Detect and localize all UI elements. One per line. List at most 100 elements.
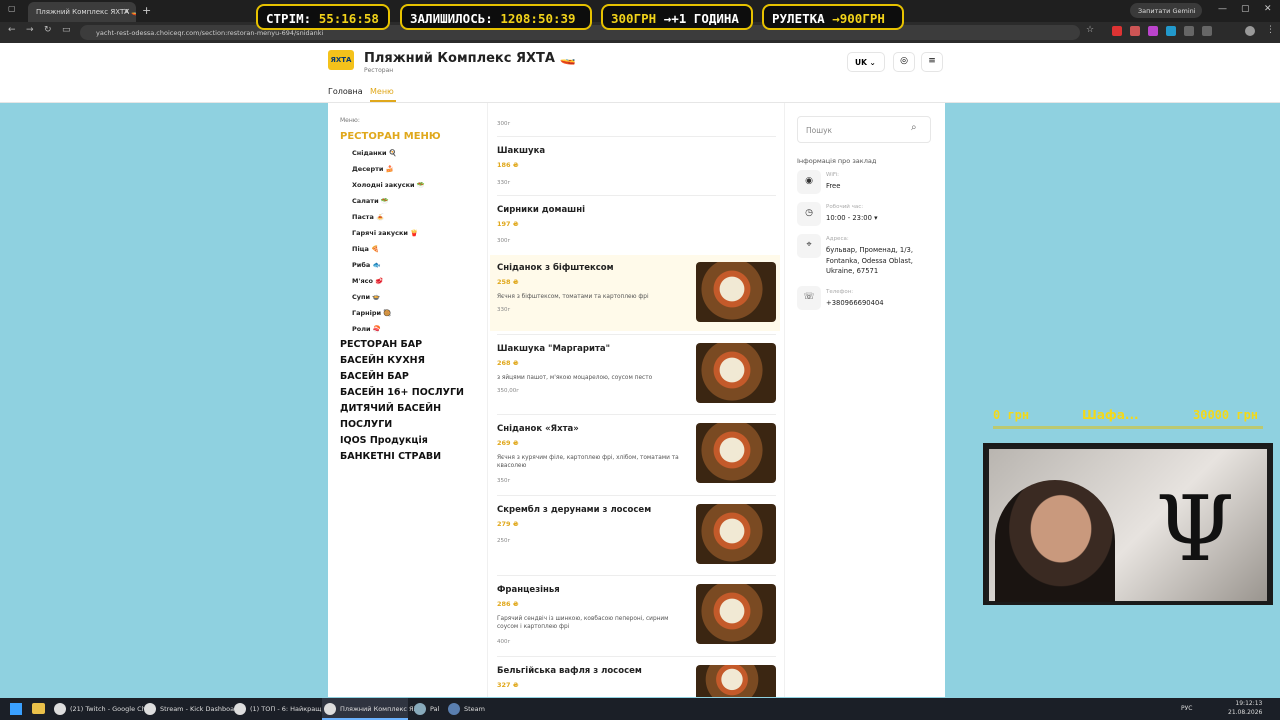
item-divider <box>497 195 776 196</box>
taskbar-app-label: Pal <box>430 705 440 713</box>
item-weight: 330г <box>497 307 511 313</box>
item-name[interactable]: Шакшука <box>497 146 545 156</box>
subcategory-item[interactable]: Роли 🍣 <box>352 325 381 333</box>
extension-icon[interactable] <box>1130 26 1140 36</box>
overlay-value: →900ГРН <box>832 11 885 26</box>
goal-progress-bar <box>993 426 1263 429</box>
item-name[interactable]: Шакшука "Маргарита" <box>497 344 610 354</box>
site-header <box>0 43 1280 103</box>
site-logo[interactable]: ЯХТА <box>328 50 354 70</box>
subcategory-item[interactable]: Гарячі закуски 🍟 <box>352 229 418 237</box>
item-weight: 300г <box>497 121 511 127</box>
nav-menu-link[interactable]: Меню <box>370 87 394 96</box>
item-name[interactable]: Францезінья <box>497 585 560 595</box>
taskbar-app[interactable]: Steam <box>446 698 486 720</box>
category-item[interactable]: РЕСТОРАН БАР <box>340 339 422 350</box>
item-photo[interactable] <box>696 343 776 403</box>
goal-current: 0 грн <box>993 408 1030 422</box>
extension-icon[interactable] <box>1184 26 1194 36</box>
category-item[interactable]: БАСЕЙН 16+ ПОСЛУГИ <box>340 387 464 398</box>
language-value: UK <box>855 58 867 67</box>
subcategory-item[interactable]: Холодні закуски 🥗 <box>352 181 425 189</box>
taskbar-app[interactable]: Pal <box>412 698 446 720</box>
taskbar-app[interactable]: (1) ТОП - 6: Найкращі б <box>232 698 329 720</box>
subcategory-item[interactable]: Супи 🍲 <box>352 293 380 301</box>
keyboard-language[interactable]: РУС <box>1181 705 1192 712</box>
forward-icon[interactable]: → <box>26 25 34 35</box>
browser-menu-icon[interactable]: ⋮ <box>1266 25 1275 35</box>
hamburger-menu-icon[interactable]: ≡ <box>921 52 943 72</box>
subcategory-item[interactable]: Паста 🍝 <box>352 213 384 221</box>
item-divider <box>497 334 776 335</box>
extension-icon[interactable] <box>1166 26 1176 36</box>
tab-title: Пляжний Комплекс ЯХТА 🚤 <box>36 8 136 16</box>
item-name[interactable]: Скрембл з дерунами з лососем <box>497 505 651 515</box>
sidebar-toggle-icon[interactable]: ▭ <box>62 25 71 35</box>
taskbar-app-active[interactable]: Пляжний Комплекс ЯХ <box>322 698 418 720</box>
item-name[interactable]: Сирники домашні <box>497 205 585 215</box>
taskbar-app[interactable]: Stream - Kick Dashboard <box>142 698 241 720</box>
category-item[interactable]: ДИТЯЧИЙ БАСЕЙН <box>340 403 441 414</box>
content-panel <box>328 103 945 697</box>
tab-search-icon[interactable]: ▢ <box>8 4 22 16</box>
item-photo[interactable] <box>696 262 776 322</box>
item-name[interactable]: Сніданок «Яхта» <box>497 424 579 434</box>
item-photo[interactable] <box>696 504 776 564</box>
subcategory-item[interactable]: Десерти 🍰 <box>352 165 394 173</box>
category-item[interactable]: БАНКЕТНІ СТРАВИ <box>340 451 441 462</box>
rate-overlay: 300ГРН →+1 ГОДИНА <box>601 4 753 30</box>
item-divider <box>497 575 776 576</box>
category-item[interactable]: БАСЕЙН КУХНЯ <box>340 355 425 366</box>
nav-home-link[interactable]: Головна <box>328 87 363 96</box>
language-selector[interactable]: UK ⌄ <box>847 52 885 72</box>
item-name[interactable]: Сніданок з біфштексом <box>497 263 614 273</box>
user-account-icon[interactable]: ◎ <box>893 52 915 72</box>
item-price: 279 ₴ <box>497 520 519 528</box>
bookmark-star-icon[interactable]: ☆ <box>1086 25 1094 35</box>
chevron-down-icon: ⌄ <box>869 58 876 67</box>
item-photo[interactable] <box>696 423 776 483</box>
item-description: з яйцями пашот, м'якою моцарелою, соусом… <box>497 375 653 381</box>
close-window-icon[interactable]: ✕ <box>1264 4 1272 14</box>
item-photo[interactable] <box>696 665 776 697</box>
overlay-value: 300ГРН <box>611 11 657 26</box>
profile-avatar-icon[interactable] <box>1245 26 1255 36</box>
item-price: 269 ₴ <box>497 439 519 447</box>
category-item[interactable]: БАСЕЙН БАР <box>340 371 409 382</box>
item-price: 197 ₴ <box>497 220 519 228</box>
subcategory-item[interactable]: Гарніри 🥘 <box>352 309 391 317</box>
taskbar-app-label: Пляжний Комплекс ЯХ <box>340 705 419 713</box>
taskbar-app-label: Steam <box>464 705 485 713</box>
minimize-icon[interactable]: — <box>1218 4 1227 14</box>
subcategory-item[interactable]: Сніданки 🍳 <box>352 149 397 157</box>
info-label: Робочий час: <box>826 204 864 210</box>
browser-tab-active[interactable]: Пляжний Комплекс ЯХТА 🚤 ✕ <box>28 2 136 22</box>
hours-value[interactable]: 10:00 - 23:00 ▾ <box>826 213 936 224</box>
file-explorer-icon[interactable] <box>32 703 45 714</box>
extensions-puzzle-icon[interactable] <box>1202 26 1212 36</box>
reload-icon[interactable]: ↻ <box>44 25 52 35</box>
item-name[interactable]: Бельгійська вафля з лососем <box>497 666 642 676</box>
back-icon[interactable]: ← <box>8 25 16 35</box>
gemini-button[interactable]: Запитати Gemini <box>1130 3 1202 18</box>
extension-icon[interactable] <box>1112 26 1122 36</box>
category-restaurant-menu[interactable]: РЕСТОРАН МЕНЮ <box>340 131 441 142</box>
search-icon[interactable]: ⌕ <box>911 122 917 133</box>
subcategory-item[interactable]: Риба 🐟 <box>352 261 381 269</box>
extension-icon[interactable] <box>1148 26 1158 36</box>
map-pin-icon: ⌖ <box>797 234 821 258</box>
category-item[interactable]: ПОСЛУГИ <box>340 419 392 430</box>
phone-value[interactable]: +380966690404 <box>826 298 936 309</box>
item-divider <box>497 495 776 496</box>
category-item[interactable]: IQOS Продукція <box>340 435 428 446</box>
subcategory-item[interactable]: Піца 🍕 <box>352 245 379 253</box>
windows-start-icon[interactable] <box>10 703 22 715</box>
new-tab-button[interactable]: + <box>142 4 151 17</box>
close-tab-icon[interactable]: ✕ <box>123 7 130 16</box>
item-photo[interactable] <box>696 584 776 644</box>
taskbar-app[interactable]: (21) Twitch - Google Chr <box>52 698 148 720</box>
subcategory-item[interactable]: М'ясо 🥩 <box>352 277 383 285</box>
system-clock[interactable]: 19:12:13 21.08.2026 <box>1228 699 1262 717</box>
subcategory-item[interactable]: Салати 🥗 <box>352 197 389 205</box>
maximize-icon[interactable]: ▢ <box>1241 4 1250 14</box>
